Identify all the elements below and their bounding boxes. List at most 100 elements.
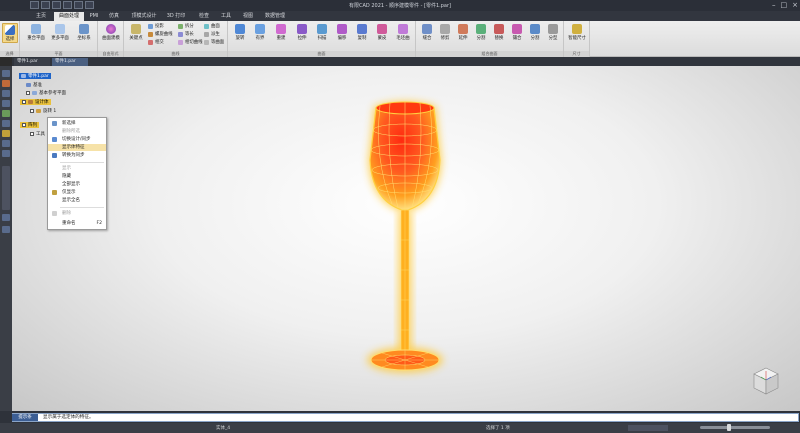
- sweep-surface-button[interactable]: 扫描: [312, 24, 332, 41]
- tree-item-datum[interactable]: 基准: [26, 82, 42, 88]
- zoom-slider[interactable]: [700, 426, 770, 429]
- split-icon: [178, 23, 183, 29]
- menu-item-hide[interactable]: 隐藏: [48, 173, 106, 180]
- more-planes-button[interactable]: 更多平面: [48, 24, 72, 41]
- isocurve-button[interactable]: 等曲面: [204, 39, 224, 45]
- tab-mold-design[interactable]: 顶模式设计: [126, 12, 162, 21]
- tab-pmi[interactable]: PMI: [86, 12, 102, 21]
- coincident-plane-button[interactable]: 重合平面: [24, 24, 48, 41]
- tree-item-design-body[interactable]: 设计体: [20, 99, 51, 105]
- tree-item-pattern[interactable]: 阵列: [20, 122, 39, 128]
- curve-surface-button[interactable]: 曲面: [204, 23, 220, 29]
- menu-item-toggle-design-sync[interactable]: 切换设计/同步: [48, 136, 106, 143]
- keypoint-button[interactable]: 关键点: [126, 24, 146, 41]
- rebuild-icon: [276, 24, 286, 34]
- doc-tab-2[interactable]: 零件1.par: [52, 58, 88, 66]
- sphere-icon: [106, 24, 116, 34]
- trim-button[interactable]: 修剪: [436, 24, 454, 41]
- split-button[interactable]: 分割: [472, 24, 490, 41]
- revolve-surface-button[interactable]: 旋转: [230, 24, 250, 41]
- stitch-icon: [422, 24, 432, 34]
- visibility-checkbox[interactable]: [30, 109, 34, 113]
- tab-surfacing[interactable]: 曲面处理: [54, 12, 84, 21]
- inlay-button[interactable]: 镶合: [508, 24, 526, 41]
- divide-button[interactable]: 分割: [526, 24, 544, 41]
- helix-button[interactable]: 螺旋曲线: [148, 31, 173, 37]
- view-controls[interactable]: [628, 425, 668, 431]
- visibility-checkbox[interactable]: [22, 123, 26, 127]
- intersect-icon: [148, 39, 153, 45]
- select-button[interactable]: 选择: [2, 23, 18, 43]
- menu-item-show-body-features[interactable]: 显示体特征: [48, 144, 106, 151]
- properties-icon[interactable]: [2, 214, 10, 221]
- stitch-button[interactable]: 缝合: [418, 24, 436, 41]
- cursor-icon: [5, 25, 15, 35]
- tab-view[interactable]: 视图: [240, 12, 256, 21]
- features-icon[interactable]: [2, 90, 10, 97]
- equal-length-button[interactable]: 等长: [178, 31, 194, 37]
- view-cube[interactable]: [752, 365, 780, 397]
- menu-separator: [60, 207, 104, 208]
- derive-button[interactable]: 派生: [204, 31, 220, 37]
- visibility-checkbox[interactable]: [22, 100, 26, 104]
- menu-item-delete-selected: 删除所选: [62, 129, 80, 134]
- close-icon[interactable]: ×: [792, 1, 798, 9]
- coordinate-system-button[interactable]: 坐标系: [72, 24, 96, 41]
- replace-button[interactable]: 替换: [490, 24, 508, 41]
- tab-simulation[interactable]: 仿真: [104, 12, 124, 21]
- tab-3d-print[interactable]: 3D 打印: [164, 12, 188, 21]
- show-only-icon: [52, 190, 57, 195]
- menu-item-show-only[interactable]: 仅显示: [48, 189, 106, 196]
- split-surface-icon: [476, 24, 486, 34]
- extrude-surface-button[interactable]: 拉伸: [292, 24, 312, 41]
- tree-item-tools[interactable]: 工具: [30, 131, 45, 137]
- left-toolbar: [0, 66, 12, 411]
- pathfinder-icon[interactable]: [2, 70, 10, 77]
- vertical-panel-tab[interactable]: [2, 166, 10, 210]
- parting-button[interactable]: 分型: [544, 24, 562, 41]
- tree-item-base-planes[interactable]: 基本参考平面: [26, 90, 66, 96]
- intersect-button[interactable]: 相交: [148, 39, 164, 45]
- smart-dimension-button[interactable]: 智能尺寸: [566, 24, 588, 41]
- tree-item-revolve[interactable]: 旋转 1: [30, 108, 56, 114]
- rebuild-surface-button[interactable]: 重建: [270, 24, 292, 41]
- copy-surface-button[interactable]: 复制: [352, 24, 372, 41]
- library-icon[interactable]: [2, 120, 10, 127]
- menu-item-convert-to-sync[interactable]: 转换为同步: [48, 152, 106, 159]
- zoom-slider-thumb[interactable]: [727, 424, 731, 431]
- offset-surface-button[interactable]: 偏移: [332, 24, 352, 41]
- reference-icon[interactable]: [2, 130, 10, 137]
- bounded-surface-button[interactable]: 有界: [250, 24, 270, 41]
- revolve-icon: [235, 24, 245, 34]
- family-icon[interactable]: [2, 100, 10, 107]
- maximize-icon[interactable]: □: [781, 1, 788, 9]
- search-icon[interactable]: [2, 140, 10, 147]
- menu-item-new-select[interactable]: 新选择: [48, 120, 106, 127]
- surface-modeling-button[interactable]: 曲面建模: [99, 24, 123, 41]
- tab-home[interactable]: 主页: [30, 12, 52, 21]
- menu-item-rename[interactable]: 重命名 F2: [48, 220, 106, 227]
- sensors-icon[interactable]: [2, 110, 10, 117]
- tab-data-management[interactable]: 数据管理: [262, 12, 288, 21]
- tab-inspect[interactable]: 检查: [196, 12, 212, 21]
- wine-glass-model[interactable]: [340, 90, 470, 390]
- doc-tab-1[interactable]: 零件1.par: [14, 58, 50, 66]
- menu-item-show-all[interactable]: 全部显示: [48, 181, 106, 188]
- tab-tools[interactable]: 工具: [218, 12, 234, 21]
- minimize-icon[interactable]: –: [772, 1, 776, 9]
- tangent-curve-button[interactable]: 相切曲线: [178, 39, 203, 45]
- tree-item-part[interactable]: 零件1.par: [19, 73, 51, 79]
- trim-icon: [440, 24, 450, 34]
- visibility-checkbox[interactable]: [26, 91, 30, 95]
- visibility-checkbox[interactable]: [30, 132, 34, 136]
- loft-surface-button[interactable]: 蒙皮: [372, 24, 392, 41]
- layers-icon[interactable]: [2, 80, 10, 87]
- blank-surface-button[interactable]: 毛坯曲: [392, 24, 414, 41]
- split-curve-button[interactable]: 拆分: [178, 23, 194, 29]
- menu-item-show-full-name[interactable]: 显示全名: [48, 197, 106, 204]
- extend-button[interactable]: 延伸: [454, 24, 472, 41]
- isocurve-icon: [204, 39, 209, 45]
- settings-icon[interactable]: [2, 226, 10, 233]
- project-button[interactable]: 投影: [148, 23, 164, 29]
- help-icon[interactable]: [2, 150, 10, 157]
